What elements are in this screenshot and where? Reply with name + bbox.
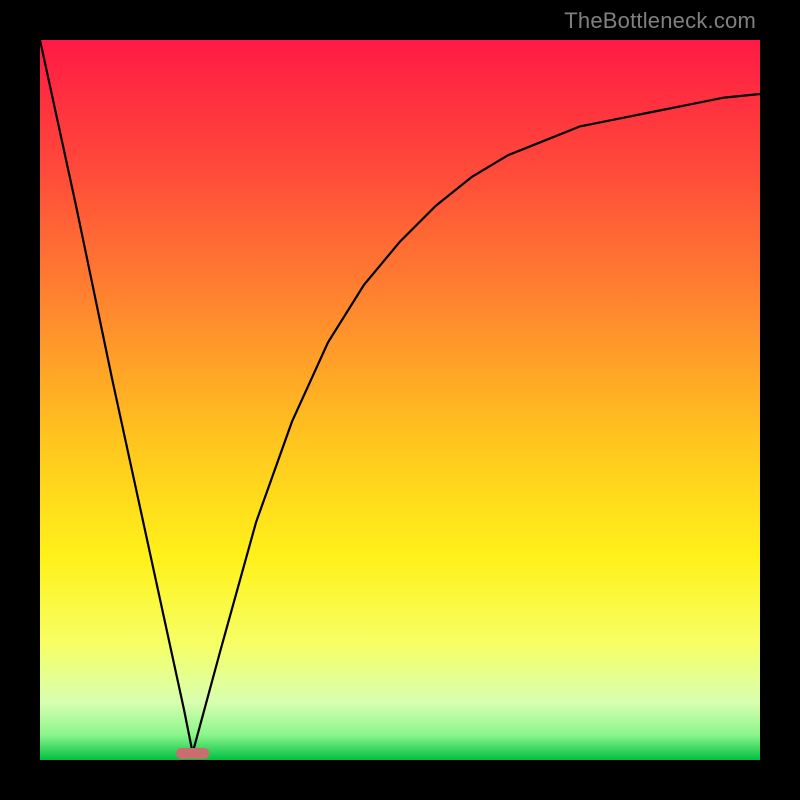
chart-frame: TheBottleneck.com bbox=[0, 0, 800, 800]
plot-area bbox=[40, 40, 760, 760]
chart-svg bbox=[40, 40, 760, 760]
minimum-marker bbox=[176, 748, 209, 759]
watermark-text: TheBottleneck.com bbox=[564, 8, 756, 34]
background-gradient bbox=[40, 40, 760, 760]
